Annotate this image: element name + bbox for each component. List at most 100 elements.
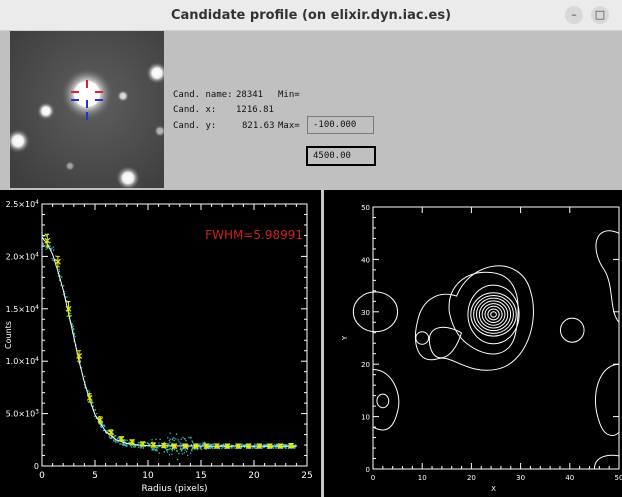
pixel-dot	[182, 436, 184, 439]
pixel-dot	[222, 443, 225, 445]
pixel-dot	[53, 249, 55, 251]
pixel-dot	[108, 436, 110, 438]
contour-blob	[376, 393, 390, 409]
pixel-dot	[45, 244, 47, 246]
pixel-dot	[156, 446, 158, 448]
pixel-dot	[253, 443, 256, 445]
pixel-dot	[166, 451, 169, 453]
pixel-dot	[147, 442, 149, 445]
pixel-dot	[285, 444, 287, 446]
fwhm-annotation: FWHM=5.98991	[205, 228, 303, 242]
pixel-dot	[110, 437, 112, 440]
pixel-dot	[191, 440, 193, 442]
y-tick-label: 10	[361, 414, 370, 422]
y-tick-label: 20	[361, 361, 370, 369]
pixel-dot	[133, 446, 135, 448]
min-input[interactable]: -100.000	[307, 116, 374, 134]
pixel-dot	[134, 446, 136, 448]
pixel-dot	[120, 443, 122, 445]
pixel-dot	[244, 446, 246, 448]
minimize-button[interactable]: –	[565, 6, 583, 24]
pixel-dot	[63, 285, 65, 287]
pixel-dot	[183, 452, 185, 454]
x-tick-label: 25	[301, 471, 312, 481]
pixel-dot	[186, 448, 189, 451]
cand-x-value: 1216.81	[236, 105, 274, 115]
pixel-dot	[233, 447, 235, 449]
maximize-button[interactable]: □	[591, 6, 609, 24]
pixel-dot	[158, 452, 160, 454]
pixel-dot	[181, 453, 184, 455]
x-tick-label: 40	[565, 474, 574, 482]
pixel-dot	[115, 440, 117, 442]
contour-level	[467, 284, 520, 345]
candidate-thumbnail-image	[10, 31, 164, 188]
pixel-dot	[169, 438, 171, 440]
contour-edge-blob	[593, 454, 620, 470]
pixel-dot	[103, 424, 106, 426]
pixel-dot	[171, 453, 173, 455]
pixel-dot	[47, 247, 49, 249]
pixel-dot	[126, 439, 128, 441]
y-tick-label: 50	[361, 204, 370, 212]
pixel-dot	[191, 450, 193, 452]
pixel-dot	[171, 439, 173, 441]
x-axis-label: Radius (pixels)	[141, 484, 207, 494]
pixel-dot	[123, 444, 125, 446]
pixel-dot	[200, 448, 203, 450]
pixel-dot	[94, 409, 97, 411]
pixel-dot	[49, 245, 51, 247]
pixel-dot	[191, 448, 193, 450]
pixel-dot	[52, 246, 55, 248]
pixel-dot	[199, 448, 201, 450]
pixel-dot	[262, 446, 264, 448]
contour-blob	[415, 331, 430, 345]
y-axis-label: Y	[341, 335, 349, 341]
pixel-dot	[158, 442, 160, 444]
pixel-dot	[168, 448, 170, 450]
contour-level	[478, 300, 509, 329]
pixel-dot	[185, 440, 187, 442]
pixel-dot	[122, 444, 124, 446]
pixel-dot	[241, 443, 243, 445]
pixel-dot	[176, 449, 178, 452]
pixel-dot	[180, 450, 183, 452]
pixel-dot	[52, 259, 54, 262]
pixel-dot	[155, 448, 158, 450]
contour-edge-blob	[595, 363, 620, 436]
y-tick-label: 1.5×104	[6, 304, 40, 314]
pixel-dot	[255, 444, 257, 446]
pixel-dot	[177, 439, 179, 441]
pixel-dot	[151, 449, 153, 451]
pixel-dot	[169, 441, 171, 443]
y-tick-label: 0	[34, 462, 39, 471]
cand-name-value: 28341	[236, 90, 264, 100]
pixel-dot	[168, 443, 170, 445]
y-axis-label: Counts	[4, 321, 13, 349]
x-tick-label: 0	[371, 474, 375, 482]
pixel-dot	[138, 446, 140, 448]
contour-plot: 0 10 20 30 40 50 0 10 20 30 40 50 X Y	[341, 204, 622, 493]
pixel-dot	[125, 445, 127, 447]
pixel-dot	[155, 438, 157, 440]
pixel-dot	[159, 438, 161, 440]
pixel-dot	[175, 438, 177, 440]
pixel-dot	[169, 432, 171, 434]
pixel-dot	[73, 334, 76, 336]
pixel-dot	[199, 446, 201, 449]
pixel-dot	[73, 328, 75, 330]
x-tick-label: 20	[467, 474, 476, 482]
pixel-dot	[183, 438, 185, 440]
contour-blob	[559, 317, 585, 343]
pixel-dot	[178, 452, 180, 455]
profile-binned-points	[44, 233, 295, 450]
max-input[interactable]: 4500.00	[306, 146, 376, 166]
pixel-dot	[194, 448, 196, 451]
cand-y-value: 821.63	[242, 121, 275, 131]
pixel-dot	[42, 243, 44, 245]
pixel-dot	[156, 450, 158, 452]
pixel-dot	[212, 443, 214, 445]
x-tick-label: 20	[248, 471, 260, 481]
y-tick-label: 5.0×103	[6, 409, 40, 419]
x-tick-label: 5	[92, 471, 98, 481]
